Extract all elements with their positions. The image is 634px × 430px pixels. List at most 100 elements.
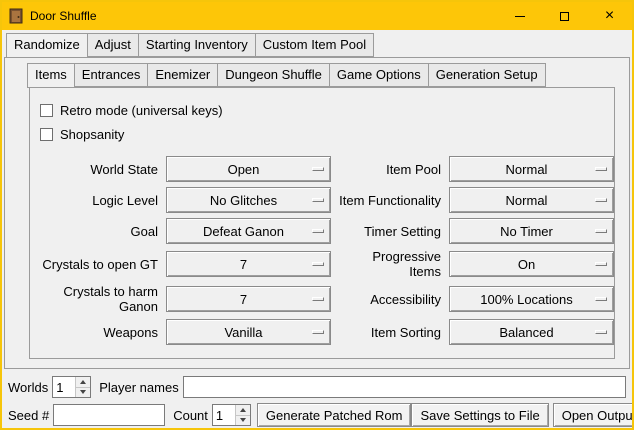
dropdown-value: Normal xyxy=(450,193,613,208)
timer-setting-label: Timer Setting xyxy=(339,224,441,239)
weapons-dropdown[interactable]: Vanilla xyxy=(166,319,331,345)
dropdown-value: 7 xyxy=(167,257,330,272)
tab-label: Dungeon Shuffle xyxy=(225,67,322,82)
open-output-directory-button[interactable]: Open Output Directory xyxy=(553,403,634,427)
dropdown-indicator-icon xyxy=(312,297,324,301)
tab-entrances[interactable]: Entrances xyxy=(74,63,149,87)
dropdown-indicator-icon xyxy=(312,198,324,202)
save-settings-button[interactable]: Save Settings to File xyxy=(411,403,548,427)
seed-row: Seed # Count Generate Patched Rom Save S… xyxy=(8,403,626,427)
tab-adjust[interactable]: Adjust xyxy=(87,33,139,57)
dropdown-value: Normal xyxy=(450,162,613,177)
shopsanity-checkbox[interactable]: Shopsanity xyxy=(40,122,614,146)
spin-up-icon xyxy=(240,408,246,412)
tab-dungeon-shuffle[interactable]: Dungeon Shuffle xyxy=(217,63,330,87)
timer-setting-dropdown[interactable]: No Timer xyxy=(449,218,614,244)
tab-label: Custom Item Pool xyxy=(263,37,366,52)
player-names-input[interactable] xyxy=(183,376,626,398)
dropdown-value: Balanced xyxy=(450,325,613,340)
seed-input[interactable] xyxy=(53,404,165,426)
checkbox-label: Retro mode (universal keys) xyxy=(60,103,223,118)
close-icon: × xyxy=(605,8,614,24)
logic-level-label: Logic Level xyxy=(40,193,158,208)
titlebar[interactable]: Door Shuffle × xyxy=(2,2,632,30)
items-pane: Retro mode (universal keys) Shopsanity W… xyxy=(29,87,615,359)
dropdown-indicator-icon xyxy=(312,229,324,233)
worlds-input[interactable] xyxy=(53,377,75,397)
tab-enemizer[interactable]: Enemizer xyxy=(147,63,218,87)
app-icon xyxy=(8,8,24,24)
spin-down-icon xyxy=(240,418,246,422)
dropdown-indicator-icon xyxy=(595,262,607,266)
close-button[interactable]: × xyxy=(587,2,632,30)
dropdown-indicator-icon xyxy=(595,330,607,334)
dropdown-indicator-icon xyxy=(595,297,607,301)
spin-up-button[interactable] xyxy=(236,405,250,415)
maximize-icon xyxy=(560,12,569,21)
tab-game-options[interactable]: Game Options xyxy=(329,63,429,87)
dropdown-value: No Glitches xyxy=(167,193,330,208)
dropdown-value: On xyxy=(450,257,613,272)
crystals-ganon-dropdown[interactable]: 7 xyxy=(166,286,331,312)
tab-label: Adjust xyxy=(95,37,131,52)
tab-custom-item-pool[interactable]: Custom Item Pool xyxy=(255,33,374,57)
accessibility-dropdown[interactable]: 100% Locations xyxy=(449,286,614,312)
crystals-gt-label: Crystals to open GT xyxy=(40,257,158,272)
checkbox-icon xyxy=(40,128,53,141)
generate-patched-rom-button[interactable]: Generate Patched Rom xyxy=(257,403,412,427)
dropdown-indicator-icon xyxy=(595,167,607,171)
item-sorting-label: Item Sorting xyxy=(339,325,441,340)
window-controls: × xyxy=(497,2,632,30)
dropdown-value: Open xyxy=(167,162,330,177)
tab-starting-inventory[interactable]: Starting Inventory xyxy=(138,33,256,57)
worlds-row: Worlds Player names xyxy=(8,376,626,398)
minimize-button[interactable] xyxy=(497,2,542,30)
count-input[interactable] xyxy=(213,405,235,425)
bottom-bar: Worlds Player names Seed # Count xyxy=(2,369,632,430)
checkbox-label: Shopsanity xyxy=(60,127,124,142)
progressive-items-dropdown[interactable]: On xyxy=(449,251,614,277)
goal-dropdown[interactable]: Defeat Ganon xyxy=(166,218,331,244)
item-pool-dropdown[interactable]: Normal xyxy=(449,156,614,182)
app-window: Door Shuffle × Randomize Adjust Starting… xyxy=(0,0,634,430)
spin-down-button[interactable] xyxy=(76,387,90,398)
item-functionality-dropdown[interactable]: Normal xyxy=(449,187,614,213)
goal-label: Goal xyxy=(40,224,158,239)
dropdown-indicator-icon xyxy=(595,229,607,233)
minimize-icon xyxy=(515,16,525,17)
accessibility-label: Accessibility xyxy=(339,292,441,307)
tab-label: Generation Setup xyxy=(436,67,538,82)
world-state-label: World State xyxy=(40,162,158,177)
logic-level-dropdown[interactable]: No Glitches xyxy=(166,187,331,213)
tab-label: Enemizer xyxy=(155,67,210,82)
maximize-button[interactable] xyxy=(542,2,587,30)
count-label: Count xyxy=(173,408,208,423)
tab-label: Starting Inventory xyxy=(146,37,248,52)
spin-up-button[interactable] xyxy=(76,377,90,387)
tab-generation-setup[interactable]: Generation Setup xyxy=(428,63,546,87)
options-grid: World State Open Item Pool Normal Logic … xyxy=(30,148,614,345)
count-spin-arrows xyxy=(235,405,250,425)
dropdown-indicator-icon xyxy=(595,198,607,202)
crystals-gt-dropdown[interactable]: 7 xyxy=(166,251,331,277)
tab-randomize[interactable]: Randomize xyxy=(6,33,88,58)
worlds-spinner xyxy=(52,376,91,398)
retro-mode-checkbox[interactable]: Retro mode (universal keys) xyxy=(40,98,614,122)
dropdown-value: 100% Locations xyxy=(450,292,613,307)
spin-down-button[interactable] xyxy=(236,415,250,426)
tab-label: Game Options xyxy=(337,67,421,82)
tab-items[interactable]: Items xyxy=(27,63,75,88)
dropdown-indicator-icon xyxy=(312,262,324,266)
dropdown-indicator-icon xyxy=(312,167,324,171)
checkbox-icon xyxy=(40,104,53,117)
player-names-label: Player names xyxy=(99,380,178,395)
main-tab-bar: Randomize Adjust Starting Inventory Cust… xyxy=(2,30,632,57)
dropdown-value: 7 xyxy=(167,292,330,307)
dropdown-value: Vanilla xyxy=(167,325,330,340)
randomize-pane: Items Entrances Enemizer Dungeon Shuffle… xyxy=(4,57,630,369)
worlds-spin-arrows xyxy=(75,377,90,397)
crystals-ganon-label: Crystals to harm Ganon xyxy=(40,284,158,314)
item-sorting-dropdown[interactable]: Balanced xyxy=(449,319,614,345)
world-state-dropdown[interactable]: Open xyxy=(166,156,331,182)
tab-label: Entrances xyxy=(82,67,141,82)
